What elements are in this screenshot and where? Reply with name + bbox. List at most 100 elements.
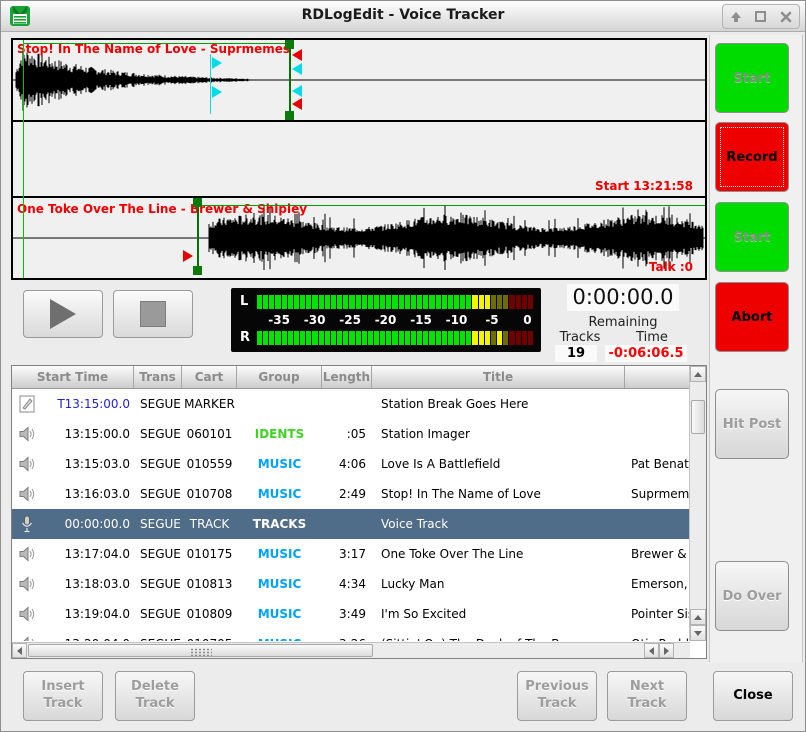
- stop-button[interactable]: [113, 290, 193, 338]
- meter-scale-label: -20: [375, 313, 397, 327]
- start-marker-handle[interactable]: [193, 266, 202, 275]
- track3-waveform-strip[interactable]: One Toke Over The Line - Brewer & Shiple…: [13, 198, 705, 278]
- start-track1-button[interactable]: Start: [715, 43, 789, 113]
- cell-trans: SEGUE: [134, 637, 182, 641]
- vertical-scrollbar[interactable]: [689, 366, 706, 641]
- record-button[interactable]: Record: [715, 122, 789, 192]
- cell-trans: SEGUE: [134, 487, 182, 501]
- cell-title: Station Imager: [372, 427, 625, 441]
- scroll-up-button[interactable]: [690, 366, 706, 382]
- table-row[interactable]: 13:15:00.0SEGUE060101IDENTS:05Station Im…: [12, 419, 690, 449]
- previous-track-button[interactable]: Previous Track: [517, 671, 597, 721]
- cell-cart: 010705: [182, 637, 237, 641]
- table-row[interactable]: 13:20:04.0SEGUE010705MUSIC3:26(Sittin' O…: [12, 629, 690, 641]
- meter-scale-label: -25: [339, 313, 361, 327]
- start-track3-button[interactable]: Start: [715, 202, 789, 272]
- meter-segment: [269, 331, 274, 345]
- play-button[interactable]: [23, 290, 103, 338]
- meter-segment: [257, 295, 262, 309]
- segue-marker-icon[interactable]: [292, 85, 302, 97]
- vertical-scroll-thumb[interactable]: [691, 400, 705, 434]
- track1-waveform-strip[interactable]: Stop! In The Name of Love - Suprmemes: [13, 40, 705, 120]
- table-row[interactable]: 13:17:04.0SEGUE010175MUSIC3:17One Toke O…: [12, 539, 690, 569]
- meter-segment: [325, 295, 330, 309]
- do-over-button[interactable]: Do Over: [715, 561, 789, 631]
- column-header-cart[interactable]: Cart: [182, 366, 237, 388]
- next-track-button[interactable]: Next Track: [607, 671, 687, 721]
- cell-len: 3:26: [322, 637, 372, 641]
- arrow-left-icon: [649, 647, 654, 655]
- horizontal-scroll-thumb[interactable]: [28, 644, 373, 657]
- waveform-panel[interactable]: Stop! In The Name of Love - Suprmemes St…: [11, 38, 707, 280]
- track1-fade-marker-line: [210, 54, 211, 114]
- track3-start-marker-line: [197, 200, 199, 274]
- hit-post-button[interactable]: Hit Post: [715, 389, 789, 459]
- end-marker-icon[interactable]: [292, 49, 302, 61]
- meter-segment: [380, 295, 385, 309]
- scroll-right-button[interactable]: [659, 643, 674, 658]
- meter-segment: [386, 295, 391, 309]
- scroll-up-button-2[interactable]: [690, 609, 706, 625]
- end-marker-icon[interactable]: [292, 98, 302, 110]
- start-marker-handle[interactable]: [193, 198, 202, 207]
- cell-trans: SEGUE: [134, 547, 182, 561]
- meter-segment: [374, 295, 379, 309]
- track2-voicetrack-strip[interactable]: Start 13:21:58: [13, 122, 705, 196]
- cell-len: 2:49: [322, 487, 372, 501]
- cell-title: Lucky Man: [372, 577, 625, 591]
- rollup-icon[interactable]: [729, 10, 743, 24]
- table-row[interactable]: 00:00:00.0SEGUETRACKTRACKSVoice Track: [12, 509, 690, 539]
- column-header-title[interactable]: Title: [372, 366, 625, 388]
- meter-segment: [294, 331, 299, 345]
- segue-start-time-label: Start 13:21:58: [595, 179, 693, 193]
- meter-segment: [275, 295, 280, 309]
- column-header-group[interactable]: Group: [237, 366, 322, 388]
- cell-cart: 010813: [182, 577, 237, 591]
- meter-segment: [337, 295, 342, 309]
- column-header-start-time[interactable]: Start Time: [12, 366, 134, 388]
- scroll-down-button[interactable]: [690, 625, 706, 641]
- cell-len: 4:06: [322, 457, 372, 471]
- track3-start-line: [198, 205, 705, 206]
- column-header-length[interactable]: Length: [322, 366, 372, 388]
- cell-time: 13:19:04.0: [42, 607, 134, 621]
- meter-segment: [399, 295, 404, 309]
- table-row[interactable]: 13:19:04.0SEGUE010809MUSIC3:49I'm So Exc…: [12, 599, 690, 629]
- meter-segment: [275, 331, 280, 345]
- remaining-tracks-value: 19: [555, 345, 597, 362]
- cell-time: 13:15:00.0: [42, 427, 134, 441]
- fade-marker-icon[interactable]: [212, 57, 222, 69]
- tracks-label: Tracks: [545, 330, 615, 345]
- speaker-icon: [12, 606, 42, 622]
- end-marker-handle[interactable]: [285, 40, 294, 49]
- table-row[interactable]: 13:15:03.0SEGUE010559MUSIC4:06Love Is A …: [12, 449, 690, 479]
- abort-button[interactable]: Abort: [715, 282, 789, 352]
- table-row[interactable]: 13:18:03.0SEGUE010813MUSIC4:34Lucky ManE…: [12, 569, 690, 599]
- meter-segment: [362, 331, 367, 345]
- meter-right-label: R: [240, 330, 252, 345]
- remaining-label: Remaining: [557, 315, 689, 330]
- scroll-left-button-2[interactable]: [644, 643, 659, 658]
- maximize-icon[interactable]: [754, 10, 767, 23]
- end-marker-handle[interactable]: [285, 111, 294, 120]
- note-marker-icon: [19, 395, 36, 414]
- meter-segment: [282, 295, 287, 309]
- log-event-table: Start TimeTransCartGroupLengthTitle T13:…: [11, 365, 707, 659]
- close-button[interactable]: Close: [713, 671, 793, 721]
- segue-marker-icon[interactable]: [292, 63, 302, 75]
- start-marker-icon[interactable]: [183, 250, 193, 262]
- horizontal-scrollbar[interactable]: [12, 642, 690, 658]
- close-icon[interactable]: [779, 10, 793, 24]
- table-row[interactable]: 13:16:03.0SEGUE010708MUSIC2:49Stop! In T…: [12, 479, 690, 509]
- column-header-trans[interactable]: Trans: [134, 366, 182, 388]
- meter-segment: [522, 331, 527, 345]
- delete-track-button[interactable]: Delete Track: [115, 671, 195, 721]
- fade-marker-icon[interactable]: [212, 86, 222, 98]
- insert-track-button[interactable]: Insert Track: [23, 671, 103, 721]
- speaker-icon: [18, 606, 36, 622]
- column-header-blank[interactable]: [625, 366, 690, 388]
- scroll-left-button[interactable]: [12, 643, 27, 658]
- table-row[interactable]: T13:15:00.0SEGUEMARKERStation Break Goes…: [12, 389, 690, 419]
- speaker-icon: [12, 486, 42, 502]
- speaker-icon: [18, 546, 36, 562]
